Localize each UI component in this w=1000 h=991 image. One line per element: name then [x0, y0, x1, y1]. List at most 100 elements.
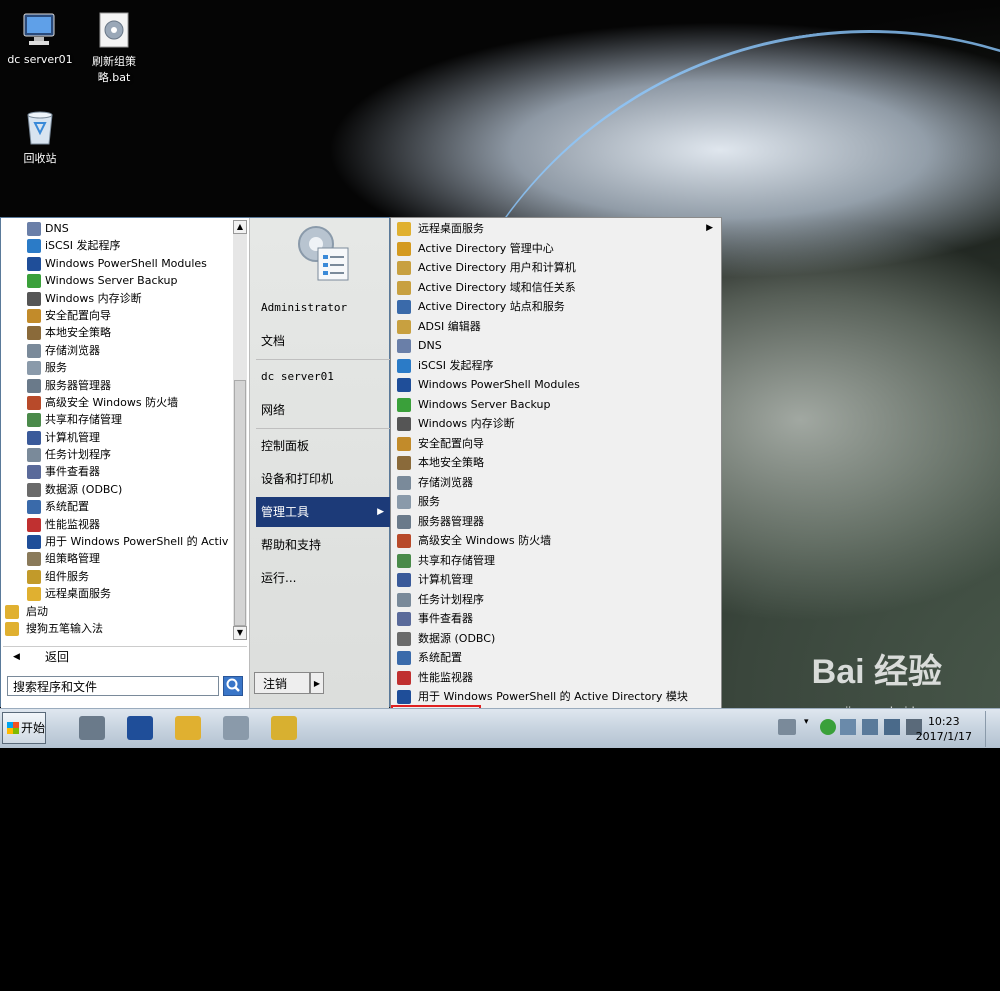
back-button[interactable]: ◀ 返回: [3, 646, 247, 667]
submenu-item[interactable]: 服务器管理器: [393, 512, 719, 532]
shutdown-options-button[interactable]: ▶: [310, 672, 324, 694]
start-button[interactable]: 开始: [2, 712, 46, 744]
program-list-scrollbar[interactable]: ▲ ▼: [233, 220, 247, 640]
submenu-item[interactable]: 任务计划程序: [393, 590, 719, 610]
program-item[interactable]: 数据源 (ODBC): [5, 481, 231, 498]
submenu-label: Windows PowerShell Modules: [418, 378, 580, 391]
program-item[interactable]: 安全配置向导: [5, 307, 231, 324]
security-status-icon[interactable]: [820, 719, 836, 735]
program-item[interactable]: 组策略管理: [5, 550, 231, 567]
program-item[interactable]: 共享和存储管理: [5, 411, 231, 428]
search-input[interactable]: 搜索程序和文件: [7, 676, 219, 696]
program-item[interactable]: 任务计划程序: [5, 446, 231, 463]
network-icon[interactable]: [884, 719, 900, 735]
submenu-item[interactable]: 高级安全 Windows 防火墙: [393, 531, 719, 551]
program-label: 用于 Windows PowerShell 的 Activ: [45, 535, 229, 549]
right-item-run[interactable]: 运行...: [256, 563, 390, 593]
program-item[interactable]: 计算机管理: [5, 429, 231, 446]
submenu-item[interactable]: Windows Server Backup: [393, 395, 719, 415]
right-item-network[interactable]: 网络: [256, 395, 390, 425]
program-item[interactable]: iSCSI 发起程序: [5, 237, 231, 254]
share-icon: [397, 553, 411, 568]
program-label: iSCSI 发起程序: [45, 239, 121, 253]
submenu-item[interactable]: 用于 Windows PowerShell 的 Active Directory…: [393, 687, 719, 707]
odbc-icon: [27, 482, 41, 497]
submenu-item[interactable]: 性能监视器: [393, 668, 719, 688]
show-desktop-button[interactable]: [985, 711, 1000, 747]
right-item-admin-tools[interactable]: 管理工具 ▶: [256, 497, 390, 527]
submenu-item[interactable]: Active Directory 管理中心: [393, 239, 719, 259]
program-item[interactable]: 事件查看器: [5, 463, 231, 480]
program-item[interactable]: 存储浏览器: [5, 342, 231, 359]
submenu-item[interactable]: 系统配置: [393, 648, 719, 668]
dns-icon: [27, 222, 41, 236]
desktop-icon-bat[interactable]: 刷新组策略.bat: [74, 10, 154, 85]
performance-tray-icon[interactable]: [840, 719, 856, 735]
scroll-up-button[interactable]: ▲: [233, 220, 247, 234]
submenu-item[interactable]: ADSI 编辑器: [393, 317, 719, 337]
right-item-help[interactable]: 帮助和支持: [256, 530, 390, 560]
submenu-item[interactable]: Windows PowerShell Modules: [393, 375, 719, 395]
program-item[interactable]: 高级安全 Windows 防火墙: [5, 394, 231, 411]
submenu-item[interactable]: 服务: [393, 492, 719, 512]
right-item-devices-printers[interactable]: 设备和打印机: [256, 464, 390, 494]
submenu-item[interactable]: 远程桌面服务 ▶: [393, 219, 719, 239]
submenu-item[interactable]: Windows 内存诊断: [393, 414, 719, 434]
taskbar-pinned-app[interactable]: [214, 712, 258, 744]
program-item[interactable]: 服务器管理器: [5, 377, 231, 394]
submenu-item[interactable]: 数据源 (ODBC): [393, 629, 719, 649]
submenu-label: 系统配置: [418, 651, 462, 664]
firewall-icon: [27, 395, 41, 410]
program-item[interactable]: 服务: [5, 359, 231, 376]
program-label: 存储浏览器: [45, 343, 100, 357]
scroll-thumb[interactable]: [234, 380, 246, 626]
right-item-documents[interactable]: 文档: [256, 326, 390, 356]
desktop-icon-computer[interactable]: dc server01: [0, 10, 80, 66]
program-item[interactable]: 用于 Windows PowerShell 的 Activ: [5, 533, 231, 550]
eraser-icon: [271, 716, 297, 740]
submenu-item[interactable]: 事件查看器: [393, 609, 719, 629]
submenu-item[interactable]: Active Directory 站点和服务: [393, 297, 719, 317]
keyboard-icon[interactable]: [778, 719, 796, 735]
submenu-item[interactable]: 共享和存储管理: [393, 551, 719, 571]
services-icon: [223, 716, 249, 740]
program-item[interactable]: Windows 内存诊断: [5, 290, 231, 307]
logoff-button[interactable]: 注销: [254, 672, 310, 694]
program-item[interactable]: 组件服务: [5, 568, 231, 585]
local-policy-icon: [397, 456, 411, 470]
right-item-computer[interactable]: dc server01: [256, 362, 390, 392]
program-item[interactable]: Windows PowerShell Modules: [5, 255, 231, 272]
clock[interactable]: 10:23 2017/1/17: [916, 714, 972, 744]
program-item[interactable]: 远程桌面服务: [5, 585, 231, 602]
taskbar-pinned-app[interactable]: [70, 712, 114, 744]
right-item-control-panel[interactable]: 控制面板: [256, 431, 390, 461]
taskbar-pinned-app[interactable]: [166, 712, 210, 744]
task-scheduler-icon: [397, 592, 411, 607]
submenu-item[interactable]: 存储浏览器: [393, 473, 719, 493]
submenu-item[interactable]: DNS: [393, 336, 719, 356]
search-button[interactable]: [223, 676, 243, 696]
program-item[interactable]: DNS: [5, 220, 231, 237]
submenu-item[interactable]: 安全配置向导: [393, 434, 719, 454]
submenu-item[interactable]: 计算机管理: [393, 570, 719, 590]
chevron-down-icon[interactable]: ▾: [804, 717, 809, 727]
submenu-item[interactable]: iSCSI 发起程序: [393, 356, 719, 376]
program-folder[interactable]: 搜狗五笔输入法: [5, 620, 231, 637]
submenu-item[interactable]: Active Directory 用户和计算机: [393, 258, 719, 278]
program-item[interactable]: Windows Server Backup: [5, 272, 231, 289]
program-folder[interactable]: 启动: [5, 603, 231, 620]
program-item[interactable]: 本地安全策略: [5, 324, 231, 341]
program-label: 共享和存储管理: [45, 413, 122, 427]
program-item[interactable]: 系统配置: [5, 498, 231, 515]
scroll-down-button[interactable]: ▼: [233, 626, 247, 640]
taskbar-pinned-app[interactable]: [262, 712, 306, 744]
submenu-item[interactable]: 本地安全策略: [393, 453, 719, 473]
server-manager-icon: [79, 716, 105, 740]
program-item[interactable]: 性能监视器: [5, 516, 231, 533]
flag-icon[interactable]: [862, 719, 878, 735]
right-item-administrator[interactable]: Administrator: [256, 293, 390, 323]
program-label: 事件查看器: [45, 465, 100, 479]
desktop-icon-recycle-bin[interactable]: 回收站: [0, 107, 80, 166]
taskbar-pinned-app[interactable]: [118, 712, 162, 744]
submenu-item[interactable]: Active Directory 域和信任关系: [393, 278, 719, 298]
